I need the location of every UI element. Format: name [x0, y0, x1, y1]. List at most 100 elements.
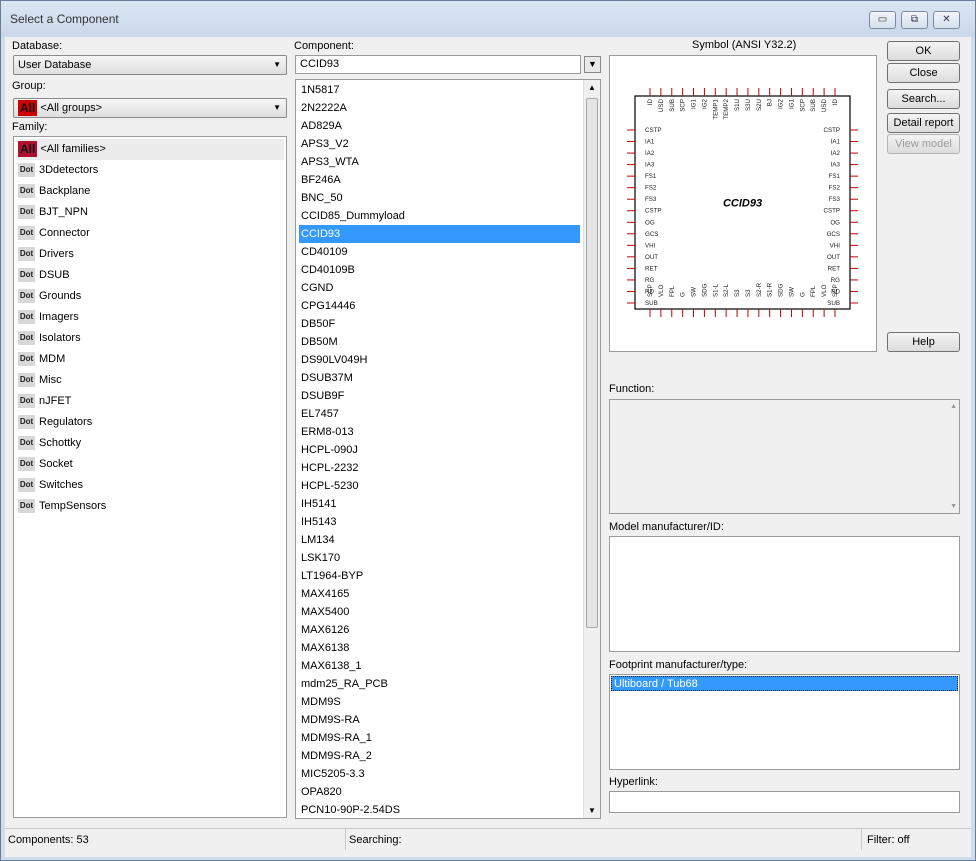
- family-item[interactable]: Dot Drivers: [18, 244, 284, 265]
- family-item[interactable]: Dot Connector: [18, 223, 284, 244]
- family-item-label: DSUB: [39, 269, 70, 281]
- component-item[interactable]: LSK170: [299, 549, 580, 567]
- footprint-label: Footprint manufacturer/type:: [609, 659, 748, 671]
- family-item[interactable]: Dot Imagers: [18, 307, 284, 328]
- component-item[interactable]: MAX6138: [299, 639, 580, 657]
- component-item[interactable]: MDM9S-RA: [299, 711, 580, 729]
- component-item[interactable]: CCID93: [299, 225, 580, 243]
- family-item[interactable]: Dot Misc: [18, 370, 284, 391]
- component-item[interactable]: HCPL-090J: [299, 441, 580, 459]
- component-item[interactable]: CD40109B: [299, 261, 580, 279]
- component-item[interactable]: MIC5205-3.3: [299, 765, 580, 783]
- component-item[interactable]: BNC_50: [299, 189, 580, 207]
- pin-label: CSTP: [645, 127, 662, 134]
- component-search-input[interactable]: CCID93: [295, 55, 581, 74]
- component-item[interactable]: CD40109: [299, 243, 580, 261]
- component-item[interactable]: IH5143: [299, 513, 580, 531]
- family-item[interactable]: Dot Schottky: [18, 433, 284, 454]
- pin-label: USD: [658, 98, 665, 112]
- component-item[interactable]: DSUB9F: [299, 387, 580, 405]
- search-button[interactable]: Search...: [887, 89, 960, 109]
- component-item[interactable]: MDM9S: [299, 693, 580, 711]
- pin-label: SUB: [645, 300, 658, 307]
- component-item[interactable]: CGND: [299, 279, 580, 297]
- model-list[interactable]: [609, 536, 960, 652]
- help-button[interactable]: Help: [887, 332, 960, 352]
- pin-label: GCS: [827, 231, 840, 238]
- component-item[interactable]: LM134: [299, 531, 580, 549]
- ok-button[interactable]: OK: [887, 41, 960, 61]
- restore-button[interactable]: ⧉: [901, 11, 928, 29]
- component-item[interactable]: MAX5400: [299, 603, 580, 621]
- family-icon: Dot: [18, 478, 35, 493]
- component-item[interactable]: APS3_WTA: [299, 153, 580, 171]
- pin-label: FS1: [645, 173, 657, 180]
- component-item[interactable]: OPA820: [299, 783, 580, 801]
- component-item[interactable]: HCPL-2232: [299, 459, 580, 477]
- component-item[interactable]: MAX6126: [299, 621, 580, 639]
- hyperlink-field[interactable]: [609, 791, 960, 813]
- component-list[interactable]: 1N5817 2N2222A AD829A APS3_V2 APS3_WTA BF246A…: [295, 79, 601, 819]
- pin-label: TEMP2: [723, 98, 730, 119]
- family-item[interactable]: Dot Grounds: [18, 286, 284, 307]
- component-item[interactable]: LT1964-BYP: [299, 567, 580, 585]
- component-item[interactable]: ERM8-013: [299, 423, 580, 441]
- footprint-list[interactable]: Ultiboard / Tub68: [609, 674, 960, 770]
- all-groups-icon: All: [18, 100, 38, 117]
- minimize-button[interactable]: ▭: [869, 11, 896, 29]
- family-item[interactable]: Dot 3Ddetectors: [18, 160, 284, 181]
- pin-label: SUB: [810, 99, 817, 112]
- family-item[interactable]: Dot Socket: [18, 454, 284, 475]
- component-item[interactable]: APS3_V2: [299, 135, 580, 153]
- hyperlink-label: Hyperlink:: [609, 776, 658, 788]
- component-item[interactable]: MAX6138_1: [299, 657, 580, 675]
- component-item[interactable]: MDM9S-RA_1: [299, 729, 580, 747]
- component-item[interactable]: 2N2222A: [299, 99, 580, 117]
- component-item[interactable]: CCID85_Dummyload: [299, 207, 580, 225]
- close-window-button[interactable]: ✕: [933, 11, 960, 29]
- family-item[interactable]: Dot MDM: [18, 349, 284, 370]
- scroll-down-icon[interactable]: ▼: [588, 806, 596, 815]
- family-item[interactable]: Dot Backplane: [18, 181, 284, 202]
- database-select[interactable]: User Database ▼: [13, 55, 287, 75]
- footprint-item[interactable]: Ultiboard / Tub68: [611, 676, 958, 691]
- family-list[interactable]: All <All families> Dot 3Ddetectors Dot Backpl…: [13, 136, 287, 818]
- component-item[interactable]: MDM9S-RA_2: [299, 747, 580, 765]
- family-item[interactable]: Dot Switches: [18, 475, 284, 496]
- family-item[interactable]: Dot BJT_NPN: [18, 202, 284, 223]
- pin-label: SCP: [799, 99, 806, 112]
- group-select[interactable]: All <All groups> ▼: [13, 98, 287, 118]
- component-item[interactable]: EL7457: [299, 405, 580, 423]
- component-item[interactable]: PCN10-90P-2.54DS: [299, 801, 580, 818]
- family-item[interactable]: Dot nJFET: [18, 391, 284, 412]
- component-item[interactable]: AD829A: [299, 117, 580, 135]
- family-item[interactable]: Dot Regulators: [18, 412, 284, 433]
- pin-label: VHI: [830, 242, 841, 249]
- pin-label: IA1: [645, 139, 655, 146]
- component-item[interactable]: IH5141: [299, 495, 580, 513]
- family-item[interactable]: Dot TempSensors: [18, 496, 284, 517]
- component-scrollbar[interactable]: ▲ ▼: [583, 80, 600, 818]
- pin-label: RD: [831, 288, 840, 295]
- component-item[interactable]: HCPL-5230: [299, 477, 580, 495]
- pin-label: IA3: [645, 162, 655, 169]
- pin-label: RET: [828, 265, 841, 272]
- family-item[interactable]: Dot Isolators: [18, 328, 284, 349]
- pin-label: IA3: [831, 162, 841, 169]
- component-item[interactable]: BF246A: [299, 171, 580, 189]
- family-item[interactable]: All <All families>: [18, 139, 284, 160]
- component-item[interactable]: MAX4165: [299, 585, 580, 603]
- scroll-thumb[interactable]: [586, 98, 598, 628]
- scroll-up-icon[interactable]: ▲: [588, 83, 596, 92]
- detail-report-button[interactable]: Detail report: [887, 113, 960, 133]
- component-item[interactable]: DB50F: [299, 315, 580, 333]
- component-item[interactable]: DS90LV049H: [299, 351, 580, 369]
- component-item[interactable]: 1N5817: [299, 81, 580, 99]
- component-item[interactable]: CPG14446: [299, 297, 580, 315]
- component-item[interactable]: DB50M: [299, 333, 580, 351]
- filter-icon[interactable]: ▼: [584, 56, 601, 73]
- component-item[interactable]: DSUB37M: [299, 369, 580, 387]
- close-button[interactable]: Close: [887, 63, 960, 83]
- component-item[interactable]: mdm25_RA_PCB: [299, 675, 580, 693]
- family-item[interactable]: Dot DSUB: [18, 265, 284, 286]
